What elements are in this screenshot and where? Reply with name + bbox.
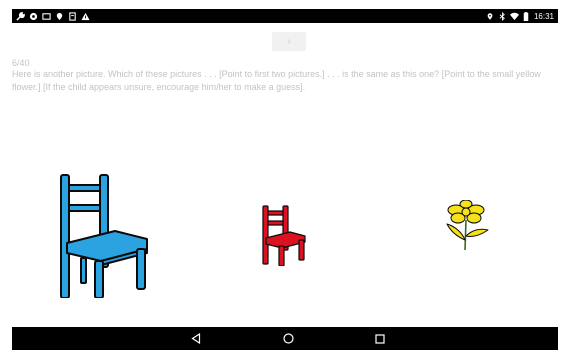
question-counter: 6/40 <box>12 58 30 68</box>
status-bar-right: 16:31 <box>486 10 554 22</box>
chair-icon <box>60 174 148 299</box>
home-icon[interactable] <box>279 331 297 346</box>
wifi-icon <box>509 11 519 21</box>
status-bar: 16:31 <box>12 9 558 23</box>
big-blue-chair-picture[interactable] <box>55 173 150 299</box>
location-icon <box>55 11 64 21</box>
small-red-chair-picture[interactable] <box>260 204 307 267</box>
cast-icon <box>42 11 51 21</box>
small-yellow-flower-picture[interactable] <box>442 199 490 251</box>
clipboard-icon <box>68 11 77 21</box>
device-frame: 16:31 › 6/40 Here is another picture. Wh… <box>0 0 561 352</box>
question-prompt: Here is another picture. Which of these … <box>12 69 541 92</box>
back-icon[interactable] <box>187 331 205 346</box>
battery-icon <box>522 11 531 21</box>
recents-icon[interactable] <box>371 331 389 346</box>
location-pin-icon <box>486 11 495 21</box>
next-button[interactable]: › <box>272 32 306 51</box>
flower-icon <box>446 199 489 251</box>
navigation-bar <box>12 327 558 350</box>
settings-icon <box>29 11 38 21</box>
chair-icon <box>262 205 306 267</box>
bluetooth-icon <box>498 11 507 21</box>
warning-icon <box>81 11 90 21</box>
device-screen: 16:31 › 6/40 Here is another picture. Wh… <box>12 9 558 350</box>
status-bar-left <box>16 10 90 22</box>
wrench-icon <box>16 11 25 21</box>
clock-time: 16:31 <box>533 11 554 21</box>
